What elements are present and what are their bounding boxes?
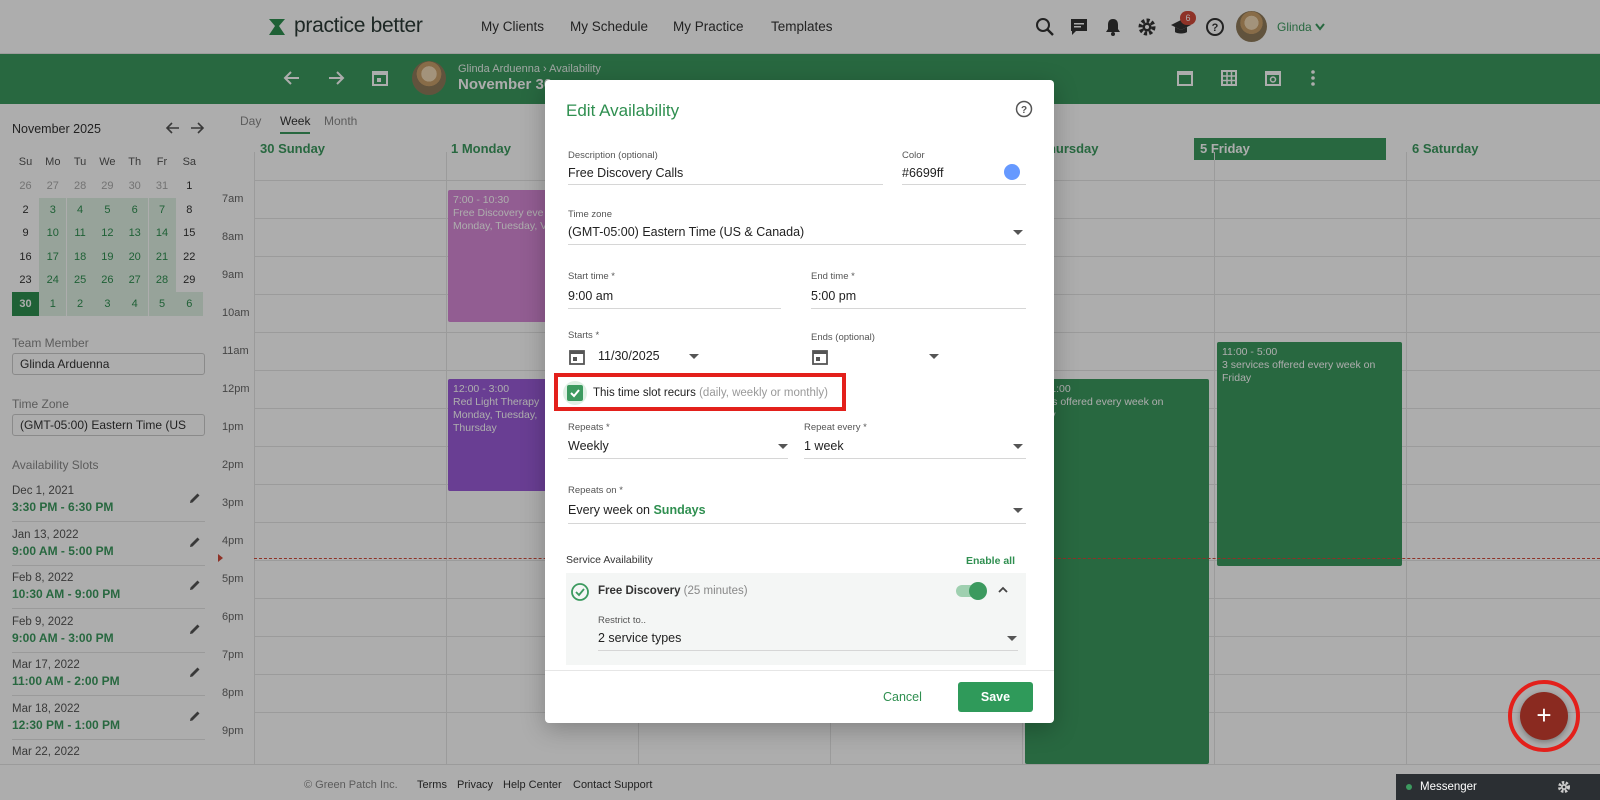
highlight-ring	[1508, 680, 1580, 752]
restrict-select[interactable]: 2 service types	[598, 631, 681, 645]
dialog-title: Edit Availability	[566, 101, 680, 120]
enable-all-link[interactable]: Enable all	[966, 555, 1015, 567]
restrict-underline	[598, 650, 1018, 651]
gear-icon[interactable]	[1556, 779, 1572, 795]
caret-down-icon	[1013, 230, 1023, 235]
caret-down-icon	[1007, 636, 1017, 641]
description-underline	[568, 184, 883, 185]
caret-down-icon	[1013, 508, 1023, 513]
timezone-underline	[568, 244, 1026, 245]
service-title: Free Discovery (25 minutes)	[598, 585, 748, 597]
start-time-underline	[568, 308, 781, 309]
start-time-input[interactable]: 9:00 am	[568, 289, 613, 303]
repeats-on-prefix: Every week on	[568, 503, 650, 517]
description-label: Description (optional)	[568, 150, 658, 161]
calendar-icon[interactable]	[811, 348, 829, 366]
restrict-label: Restrict to..	[598, 615, 647, 626]
repeats-on-underline	[568, 523, 1026, 524]
toggle-knob	[969, 582, 987, 600]
messenger-bar[interactable]: Messenger	[1396, 774, 1600, 800]
caret-down-icon	[1013, 444, 1023, 449]
color-input[interactable]: #6699ff	[902, 166, 943, 180]
end-time-input[interactable]: 5:00 pm	[811, 289, 856, 303]
timezone-label: Time zone	[568, 209, 612, 220]
service-toggle[interactable]	[956, 582, 987, 600]
description-input[interactable]: Free Discovery Calls	[568, 166, 683, 180]
calendar-icon[interactable]	[568, 348, 586, 366]
color-underline	[902, 184, 1026, 185]
color-label: Color	[902, 150, 925, 161]
check-circle-icon	[571, 583, 589, 601]
cancel-button[interactable]: Cancel	[883, 690, 922, 704]
edit-availability-dialog: Edit Availability ? Description (optiona…	[545, 80, 1054, 723]
end-time-label: End time *	[811, 271, 855, 282]
online-dot	[1406, 784, 1412, 790]
ends-label: Ends (optional)	[811, 332, 875, 343]
service-availability-label: Service Availability	[566, 554, 653, 566]
caret-down-icon[interactable]	[689, 354, 699, 359]
caret-down-icon	[778, 444, 788, 449]
repeats-on-label: Repeats on *	[568, 485, 623, 496]
repeats-on-select[interactable]: Every week on Sundays	[568, 503, 706, 517]
help-icon[interactable]: ?	[1015, 100, 1033, 118]
timezone-select[interactable]: (GMT-05:00) Eastern Time (US & Canada)	[568, 225, 804, 239]
messenger-label: Messenger	[1420, 781, 1477, 793]
save-button[interactable]: Save	[958, 682, 1033, 712]
svg-text:?: ?	[1021, 105, 1027, 116]
repeat-every-underline	[804, 458, 1026, 459]
service-card: Free Discovery (25 minutes) Restrict to.…	[566, 573, 1026, 665]
repeat-every-select[interactable]: 1 week	[804, 439, 844, 453]
highlight-box	[554, 373, 846, 411]
repeats-select[interactable]: Weekly	[568, 439, 609, 453]
repeats-underline	[568, 458, 788, 459]
service-name: Free Discovery	[598, 585, 681, 597]
caret-down-icon[interactable]	[929, 354, 939, 359]
repeats-label: Repeats *	[568, 422, 610, 433]
color-swatch[interactable]	[1004, 164, 1020, 180]
dialog-footer-divider	[545, 670, 1054, 671]
service-duration: (25 minutes)	[683, 585, 748, 597]
starts-date-input[interactable]: 11/30/2025	[598, 349, 660, 363]
repeat-every-label: Repeat every *	[804, 422, 867, 433]
chevron-up-icon[interactable]	[996, 583, 1010, 597]
start-time-label: Start time *	[568, 271, 615, 282]
starts-label: Starts *	[568, 330, 600, 341]
end-time-underline	[811, 308, 1026, 309]
repeats-on-day: Sundays	[653, 503, 706, 517]
